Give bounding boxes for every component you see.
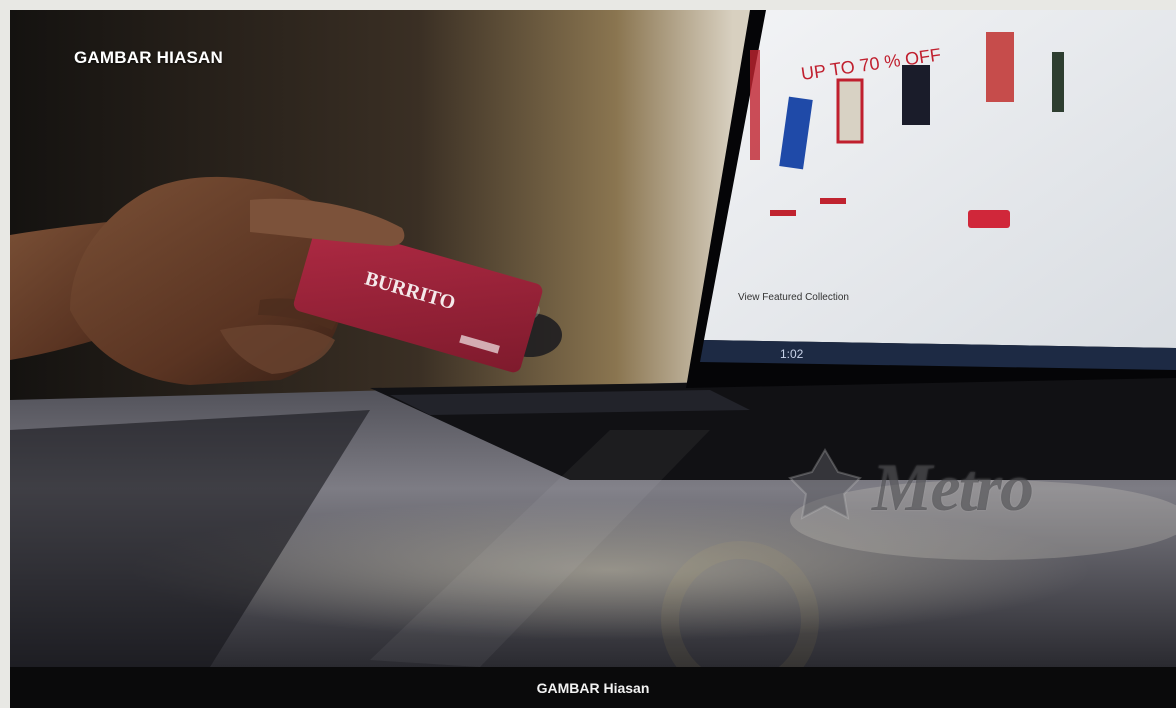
image-caption: GAMBAR Hiasan	[536, 679, 650, 696]
image-frame: UP TO 70 % OFF View Featured Collection …	[10, 10, 1176, 708]
caption-bar: GAMBAR Hiasan	[10, 667, 1176, 708]
watermark-text: Metro	[872, 449, 1034, 525]
watermark-logo-icon	[788, 448, 862, 520]
watermark: Metro	[780, 442, 1140, 532]
photo: UP TO 70 % OFF View Featured Collection …	[10, 10, 1176, 667]
screen-taskbar-text: 1:02	[780, 347, 804, 361]
image-overlay-label: GAMBAR HIASAN	[74, 48, 223, 67]
photo-scene: UP TO 70 % OFF View Featured Collection …	[10, 10, 1176, 667]
screen-collection-text: View Featured Collection	[738, 292, 849, 303]
